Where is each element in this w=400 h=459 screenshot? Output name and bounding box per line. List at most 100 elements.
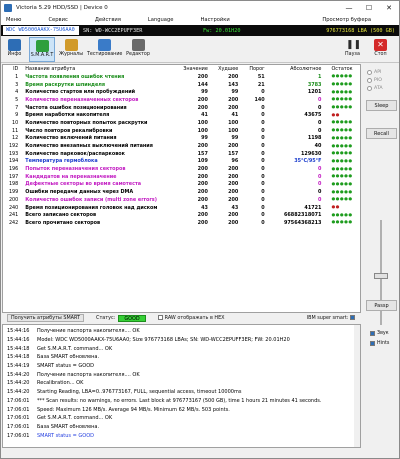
drive-info-bar[interactable]: WDC WD5000AAKX-75U6AA0 SN: WD-WCC2EPUFF3… — [1, 25, 399, 36]
log-scrollbar[interactable] — [354, 325, 360, 447]
log-time: 17:06:01 — [7, 423, 30, 430]
table-row[interactable]: 192 Количество внезапных выключений питан… — [3, 142, 360, 150]
table-row[interactable]: 9 Время наработки накопителя 41 41 0 43675 ●● — [3, 111, 360, 119]
attr-value: 200 — [197, 166, 208, 173]
table-row[interactable]: 198 Дефектные секторы во время самотеста 2… — [3, 181, 360, 189]
log-message: База SMART обновлена. — [37, 354, 100, 361]
attr-raw: 1198 — [307, 135, 322, 142]
table-row[interactable]: 11 Число повторов рекалибровки 100 100 0 0 ●●●… — [3, 127, 360, 135]
log-entry: 15:44:20 Получение паспорта накопителя...… — [3, 370, 360, 379]
table-row[interactable]: 199 Ошибки передачи данных через DMA 200 20… — [3, 188, 360, 196]
status-bar: Получить атрибуты SMART Статус: GOOD RAW… — [1, 313, 399, 323]
attr-threshold: 0 — [261, 166, 265, 173]
table-row[interactable]: 1 Частота появления ошибок чтения 200 200 51… — [3, 73, 360, 81]
table-row[interactable]: 200 Количество ошибок записи (multi zone … — [3, 196, 360, 204]
menu-item-language[interactable]: Language — [148, 17, 174, 23]
log-time: 17:06:01 — [7, 432, 30, 439]
attr-id: 194 — [8, 158, 19, 165]
smart-button[interactable]: S.M.A.R.T — [29, 37, 55, 62]
log-time: 15:44:20 — [7, 389, 30, 396]
journals-button[interactable]: Журналы — [58, 37, 84, 62]
attr-threshold: 140 — [254, 96, 265, 103]
attr-threshold: 0 — [261, 135, 265, 142]
attr-raw: 40 — [314, 143, 322, 150]
log-entry: 15:44:16 Model: WDC WD5000AAKX-75U6AA0; S… — [3, 336, 360, 345]
attr-id: 193 — [8, 150, 19, 157]
radio-api[interactable]: API — [367, 68, 399, 76]
table-row[interactable]: 5 Количество переназначенных секторов 200 2… — [3, 96, 360, 104]
log-time: 15:44:19 — [7, 363, 30, 370]
log-entry: 17:06:01 SMART status = GOOD — [3, 431, 360, 440]
pause-button[interactable]: ❚❚ Пауза — [341, 37, 364, 62]
attr-worst: 200 — [228, 166, 239, 173]
attr-name: Всего записано секторов — [25, 212, 97, 219]
get-smart-button[interactable]: Получить атрибуты SMART — [7, 314, 85, 322]
col-raw[interactable]: Абсолютное — [267, 65, 324, 73]
event-log[interactable]: 15:44:16 Получение паспорта накопителя...… — [2, 324, 361, 448]
col-id[interactable]: ID — [3, 65, 23, 73]
col-worst[interactable]: Худшее — [210, 65, 240, 73]
minimize-button[interactable]: — — [339, 1, 359, 15]
menu-item-buffer-view[interactable]: Просмотр буфера — [322, 17, 371, 23]
table-row[interactable]: 194 Температура гермоблока 109 96 0 35°C/95°F… — [3, 158, 360, 166]
attr-remaining: ●●●●● — [331, 120, 353, 126]
col-threshold[interactable]: Порог — [240, 65, 266, 73]
table-row[interactable]: 242 Всего прочитано секторов 200 200 0 975643… — [3, 219, 360, 227]
attr-id: 10 — [12, 119, 19, 126]
log-time: 17:06:01 — [7, 397, 30, 404]
close-button[interactable]: ✕ — [379, 1, 399, 15]
table-row[interactable]: 193 Количество парковок/распарковок 157 157… — [3, 150, 360, 158]
editor-button[interactable]: Редактор — [124, 37, 152, 62]
table-row[interactable]: 241 Всего записано секторов 200 200 0 6688231… — [3, 211, 360, 219]
attr-remaining: ●●●●● — [331, 89, 353, 95]
log-message: Model: WDC WD5000AAKX-75U6AA0; Size 9767… — [37, 337, 290, 344]
table-row[interactable]: 10 Количество повторных попыток раскрутки… — [3, 119, 360, 127]
attr-value: 200 — [197, 189, 208, 196]
sound-checkbox[interactable]: Звук — [370, 328, 399, 338]
log-time: 15:44:20 — [7, 371, 30, 378]
attr-id: 240 — [8, 204, 19, 211]
passport-button[interactable]: Passp — [366, 300, 397, 311]
menu-item-menu[interactable]: Меню — [6, 17, 21, 23]
menu-item-service[interactable]: Сервис — [48, 17, 67, 23]
menu-item-settings[interactable]: Настройки — [200, 17, 229, 23]
table-row[interactable]: 12 Количество включений питания 99 99 0 1198 ●… — [3, 135, 360, 143]
sound-label: Звук — [377, 330, 389, 336]
maximize-button[interactable]: ☐ — [359, 1, 379, 15]
hints-checkbox[interactable]: Hints — [370, 338, 399, 348]
table-row[interactable]: 197 Кандидатов на переназначение 200 200 0 0 ●… — [3, 173, 360, 181]
attr-worst: 200 — [228, 219, 239, 226]
log-message: Получение паспорта накопителя.... OK — [37, 328, 140, 335]
table-row[interactable]: 240 Время позиционирования головок над ди… — [3, 204, 360, 212]
testing-button[interactable]: Тестирование — [87, 37, 122, 62]
attr-value: 200 — [197, 219, 208, 226]
attr-value: 200 — [197, 104, 208, 111]
table-row[interactable]: 4 Количество стартов или пробуждений 99 99 0… — [3, 88, 360, 96]
ibm-super-smart-label: IBM super smart: — [306, 315, 349, 321]
info-button[interactable]: Инфо — [3, 37, 26, 62]
raw-hex-checkbox[interactable]: RAW отображать в HEX — [157, 315, 225, 321]
attr-worst: 41 — [231, 112, 239, 119]
attr-worst: 143 — [228, 81, 239, 88]
ibm-super-smart[interactable]: IBM super smart: — [307, 315, 357, 321]
stop-button[interactable]: ✕ Стоп — [369, 37, 392, 62]
menu-item-actions[interactable]: Действия — [95, 17, 121, 23]
table-row[interactable]: 7 Частота ошибок позиционирования 200 200 0 0… — [3, 104, 360, 112]
recall-button[interactable]: Recall — [366, 128, 397, 139]
attr-raw: 0 — [318, 166, 322, 173]
slider-thumb[interactable] — [374, 273, 388, 279]
smart-attributes-table[interactable]: ID Название атрибута Значение Худшее Пор… — [2, 64, 361, 313]
attr-raw: 0 — [318, 189, 322, 196]
col-remaining[interactable]: Остаток — [323, 65, 360, 73]
radio-pio[interactable]: PIO — [367, 76, 399, 84]
attr-id: 4 — [15, 89, 19, 96]
table-row[interactable]: 196 Попыток переназначения секторов 200 200… — [3, 165, 360, 173]
attr-raw: 41721 — [304, 204, 322, 211]
col-value[interactable]: Значение — [175, 65, 209, 73]
table-row[interactable]: 3 Время раскрутки шпинделя 144 143 21 3783 ●●●… — [3, 81, 360, 89]
col-name[interactable]: Название атрибута — [23, 65, 175, 73]
drive-model[interactable]: WDC WD5000AAKX-75U6AA0 — [3, 26, 79, 35]
radio-ata[interactable]: ATA — [367, 84, 399, 92]
sleep-button[interactable]: Sleep — [366, 100, 397, 111]
attr-threshold: 0 — [261, 212, 265, 219]
